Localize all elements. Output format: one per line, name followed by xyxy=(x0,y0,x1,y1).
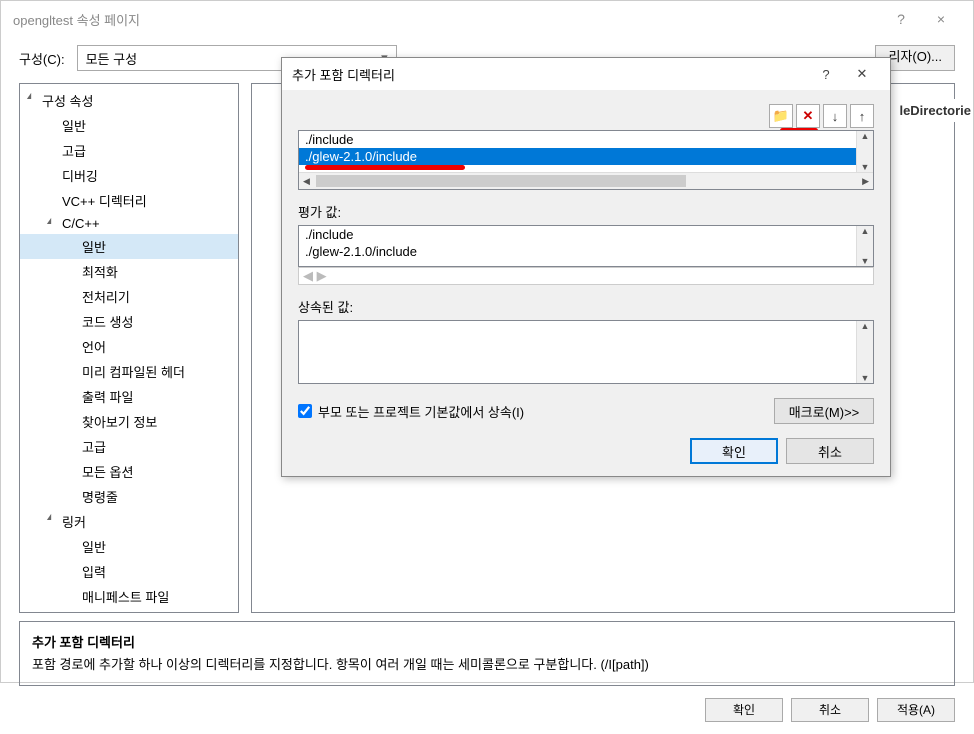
description-title: 추가 포함 디렉터리 xyxy=(32,632,942,651)
tree-item[interactable]: 구성 속성 xyxy=(20,88,238,113)
tree-item[interactable]: 미리 컴파일된 헤더 xyxy=(20,359,238,384)
move-down-icon[interactable]: ↓ xyxy=(823,104,847,128)
dialog-titlebar: 추가 포함 디렉터리 ? ✕ xyxy=(282,58,890,90)
window-title: opengltest 속성 페이지 xyxy=(13,10,881,29)
tree-item[interactable]: VC++ 디렉터리 xyxy=(20,188,238,213)
directory-list[interactable]: ./include./glew-2.1.0/include ▲▼ ◀ ▶ xyxy=(298,130,874,190)
macro-button[interactable]: 매크로(M)>> xyxy=(774,398,874,424)
dialog-close-icon[interactable]: ✕ xyxy=(844,60,880,88)
tree-item[interactable]: 고급 xyxy=(20,434,238,459)
directory-entry[interactable]: ./include xyxy=(299,131,856,148)
dialog-cancel-button[interactable]: 취소 xyxy=(786,438,874,464)
dialog-button-row: 확인 취소 xyxy=(298,438,874,464)
configuration-label: 구성(C): xyxy=(19,49,65,68)
property-pages-window: opengltest 속성 페이지 ? × 구성(C): 모든 구성 리자(O)… xyxy=(0,0,974,683)
vertical-scrollbar[interactable]: ▲▼ xyxy=(856,131,873,172)
tree-item[interactable]: 일반 xyxy=(20,113,238,138)
dialog-ok-button[interactable]: 확인 xyxy=(690,438,778,464)
evaluated-entry: ./include xyxy=(299,226,856,243)
tree-item[interactable]: 디버깅 xyxy=(20,609,238,613)
delete-icon[interactable]: ✕ xyxy=(796,104,820,128)
evaluated-entry: ./glew-2.1.0/include xyxy=(299,243,856,260)
dialog-toolbar: 📁 ✕ ↓ ↑ xyxy=(298,104,874,128)
tree-item[interactable]: 찾아보기 정보 xyxy=(20,409,238,434)
tree-item[interactable]: 디버깅 xyxy=(20,163,238,188)
tree-item[interactable]: 모든 옵션 xyxy=(20,459,238,484)
tree-item[interactable]: 코드 생성 xyxy=(20,309,238,334)
scroll-thumb[interactable] xyxy=(316,175,686,187)
horizontal-scrollbar[interactable]: ◀ ▶ xyxy=(299,172,873,189)
inherit-checkbox-label: 부모 또는 프로젝트 기본값에서 상속(I) xyxy=(318,402,524,421)
dialog-body: 📁 ✕ ↓ ↑ ./include./glew-2.1.0/include ▲▼… xyxy=(282,90,890,476)
ok-button[interactable]: 확인 xyxy=(705,698,783,722)
move-up-icon[interactable]: ↑ xyxy=(850,104,874,128)
tree-item[interactable]: 언어 xyxy=(20,334,238,359)
tree-item[interactable]: 전처리기 xyxy=(20,284,238,309)
tree-item[interactable]: 고급 xyxy=(20,138,238,163)
evaluated-list[interactable]: ./include./glew-2.1.0/include ▲▼ xyxy=(298,225,874,267)
evaluated-label: 평가 값: xyxy=(298,202,874,221)
new-folder-icon[interactable]: 📁 xyxy=(769,104,793,128)
main-button-row: 확인 취소 적용(A) xyxy=(1,686,973,734)
vertical-scrollbar[interactable]: ▲▼ xyxy=(856,226,873,266)
close-icon[interactable]: × xyxy=(921,1,961,37)
configuration-value: 모든 구성 xyxy=(86,49,137,68)
inherit-checkbox-row[interactable]: 부모 또는 프로젝트 기본값에서 상속(I) xyxy=(298,402,524,421)
tree-item[interactable]: 일반 xyxy=(20,234,238,259)
tree-item[interactable]: 출력 파일 xyxy=(20,384,238,409)
inherited-label: 상속된 값: xyxy=(298,297,874,316)
help-icon[interactable]: ? xyxy=(881,1,921,37)
dialog-help-icon[interactable]: ? xyxy=(808,60,844,88)
tree-item[interactable]: C/C++ xyxy=(20,213,238,234)
tree-item[interactable]: 최적화 xyxy=(20,259,238,284)
inherit-checkbox[interactable] xyxy=(298,404,312,418)
scroll-right-icon[interactable]: ▶ xyxy=(862,176,869,187)
cancel-button[interactable]: 취소 xyxy=(791,698,869,722)
scroll-right-icon[interactable]: ▶ xyxy=(317,268,327,283)
directory-entry[interactable]: ./glew-2.1.0/include xyxy=(299,148,856,165)
description-box: 추가 포함 디렉터리 포함 경로에 추가할 하나 이상의 디렉터리를 지정합니다… xyxy=(19,621,955,686)
scroll-left-icon[interactable]: ◀ xyxy=(303,268,313,283)
tree-item[interactable]: 명령줄 xyxy=(20,484,238,509)
main-titlebar: opengltest 속성 페이지 ? × xyxy=(1,1,973,37)
tree-item[interactable]: 매니페스트 파일 xyxy=(20,584,238,609)
tree-item[interactable]: 일반 xyxy=(20,534,238,559)
tree-item[interactable]: 입력 xyxy=(20,559,238,584)
apply-button[interactable]: 적용(A) xyxy=(877,698,955,722)
vertical-scrollbar[interactable]: ▲▼ xyxy=(856,321,873,383)
horizontal-scrollbar[interactable]: ◀ ▶ xyxy=(298,267,874,285)
property-tree[interactable]: 구성 속성일반고급디버깅VC++ 디렉터리C/C++일반최적화전처리기코드 생성… xyxy=(19,83,239,613)
inherited-list[interactable]: ▲▼ xyxy=(298,320,874,384)
description-text: 포함 경로에 추가할 하나 이상의 디렉터리를 지정합니다. 항목이 여러 개일… xyxy=(32,655,942,675)
additional-include-dialog: 추가 포함 디렉터리 ? ✕ 📁 ✕ ↓ ↑ ./include./glew-2… xyxy=(281,57,891,477)
dialog-title: 추가 포함 디렉터리 xyxy=(292,65,808,84)
scroll-left-icon[interactable]: ◀ xyxy=(303,176,310,187)
tree-item[interactable]: 링커 xyxy=(20,509,238,534)
